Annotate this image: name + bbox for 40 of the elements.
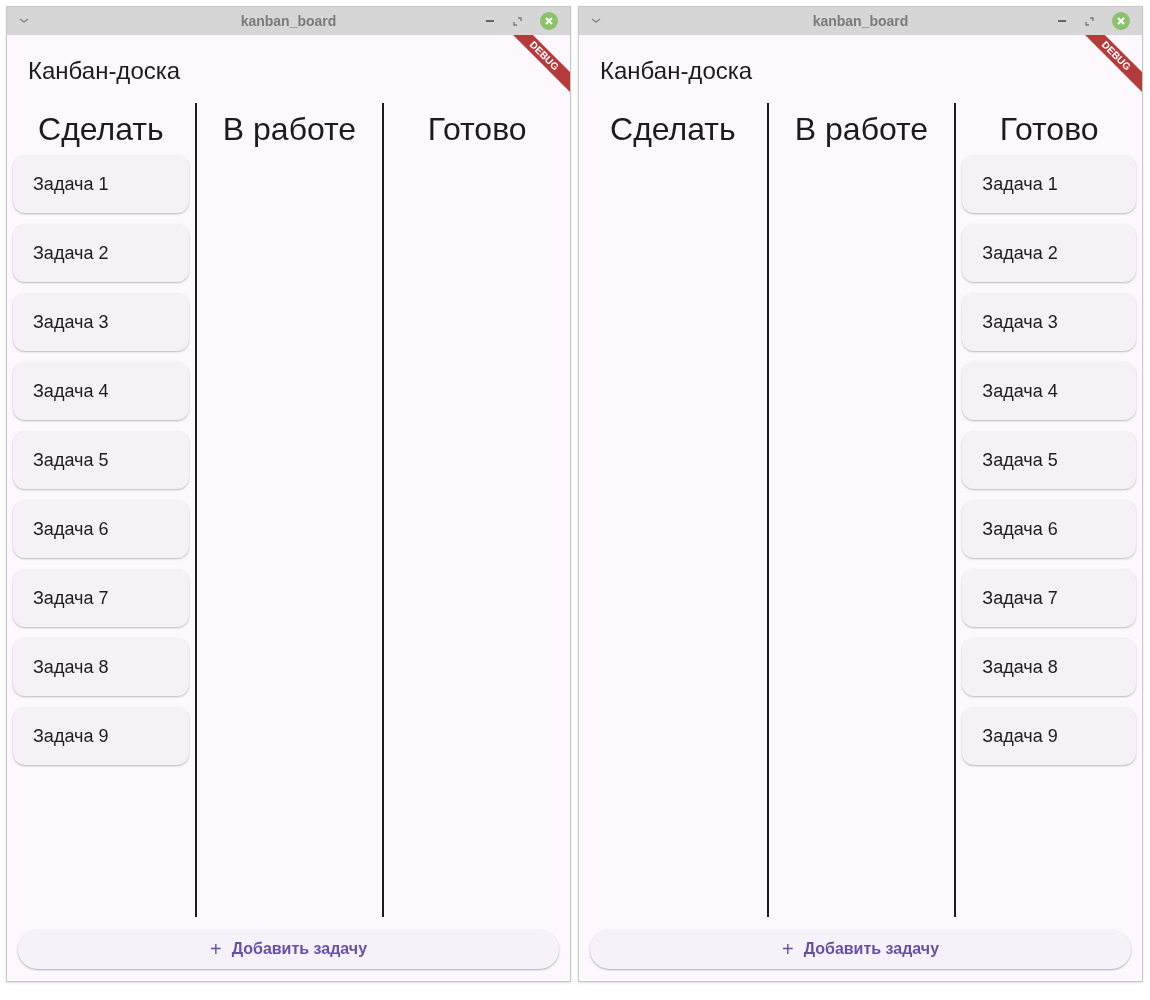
minimize-icon[interactable]	[485, 19, 495, 23]
app-title: Канбан-доска	[28, 56, 181, 86]
plus-icon: +	[781, 939, 794, 959]
task-card[interactable]: Задача 2	[962, 224, 1136, 282]
restore-icon[interactable]	[513, 16, 522, 26]
add-task-button[interactable]: + Добавить задачу	[18, 929, 559, 969]
task-card[interactable]: Задача 4	[962, 362, 1136, 420]
task-card[interactable]: Задача 3	[962, 293, 1136, 351]
task-card[interactable]: Задача 1	[13, 155, 189, 213]
task-card[interactable]: Задача 8	[962, 638, 1136, 696]
window-title: kanban_board	[812, 11, 909, 31]
column-header: Готово	[999, 110, 1099, 149]
task-card[interactable]: Задача 2	[13, 224, 189, 282]
column-header: Сделать	[610, 110, 736, 149]
task-card[interactable]: Задача 3	[13, 293, 189, 351]
column-header: Готово	[427, 110, 527, 149]
task-card[interactable]: Задача 9	[13, 707, 189, 765]
column-header: В работе	[222, 110, 357, 149]
task-card[interactable]: Задача 7	[13, 569, 189, 627]
chevron-down-icon[interactable]	[591, 18, 601, 24]
add-task-button[interactable]: + Добавить задачу	[590, 929, 1131, 969]
task-card[interactable]: Задача 5	[962, 431, 1136, 489]
task-card[interactable]: Задача 8	[13, 638, 189, 696]
restore-icon[interactable]	[1085, 16, 1094, 26]
column-header: В работе	[794, 110, 929, 149]
plus-icon: +	[209, 939, 222, 959]
close-icon[interactable]	[540, 12, 558, 30]
task-card[interactable]: Задача 1	[962, 155, 1136, 213]
task-card[interactable]: Задача 6	[13, 500, 189, 558]
task-card[interactable]: Задача 5	[13, 431, 189, 489]
column-header: Сделать	[38, 110, 164, 149]
task-card[interactable]: Задача 9	[962, 707, 1136, 765]
chevron-down-icon[interactable]	[19, 18, 29, 24]
close-icon[interactable]	[1112, 12, 1130, 30]
minimize-icon[interactable]	[1057, 19, 1067, 23]
window-title: kanban_board	[240, 11, 337, 31]
app-title: Канбан-доска	[600, 56, 753, 86]
task-card[interactable]: Задача 4	[13, 362, 189, 420]
task-card[interactable]: Задача 7	[962, 569, 1136, 627]
task-card[interactable]: Задача 6	[962, 500, 1136, 558]
